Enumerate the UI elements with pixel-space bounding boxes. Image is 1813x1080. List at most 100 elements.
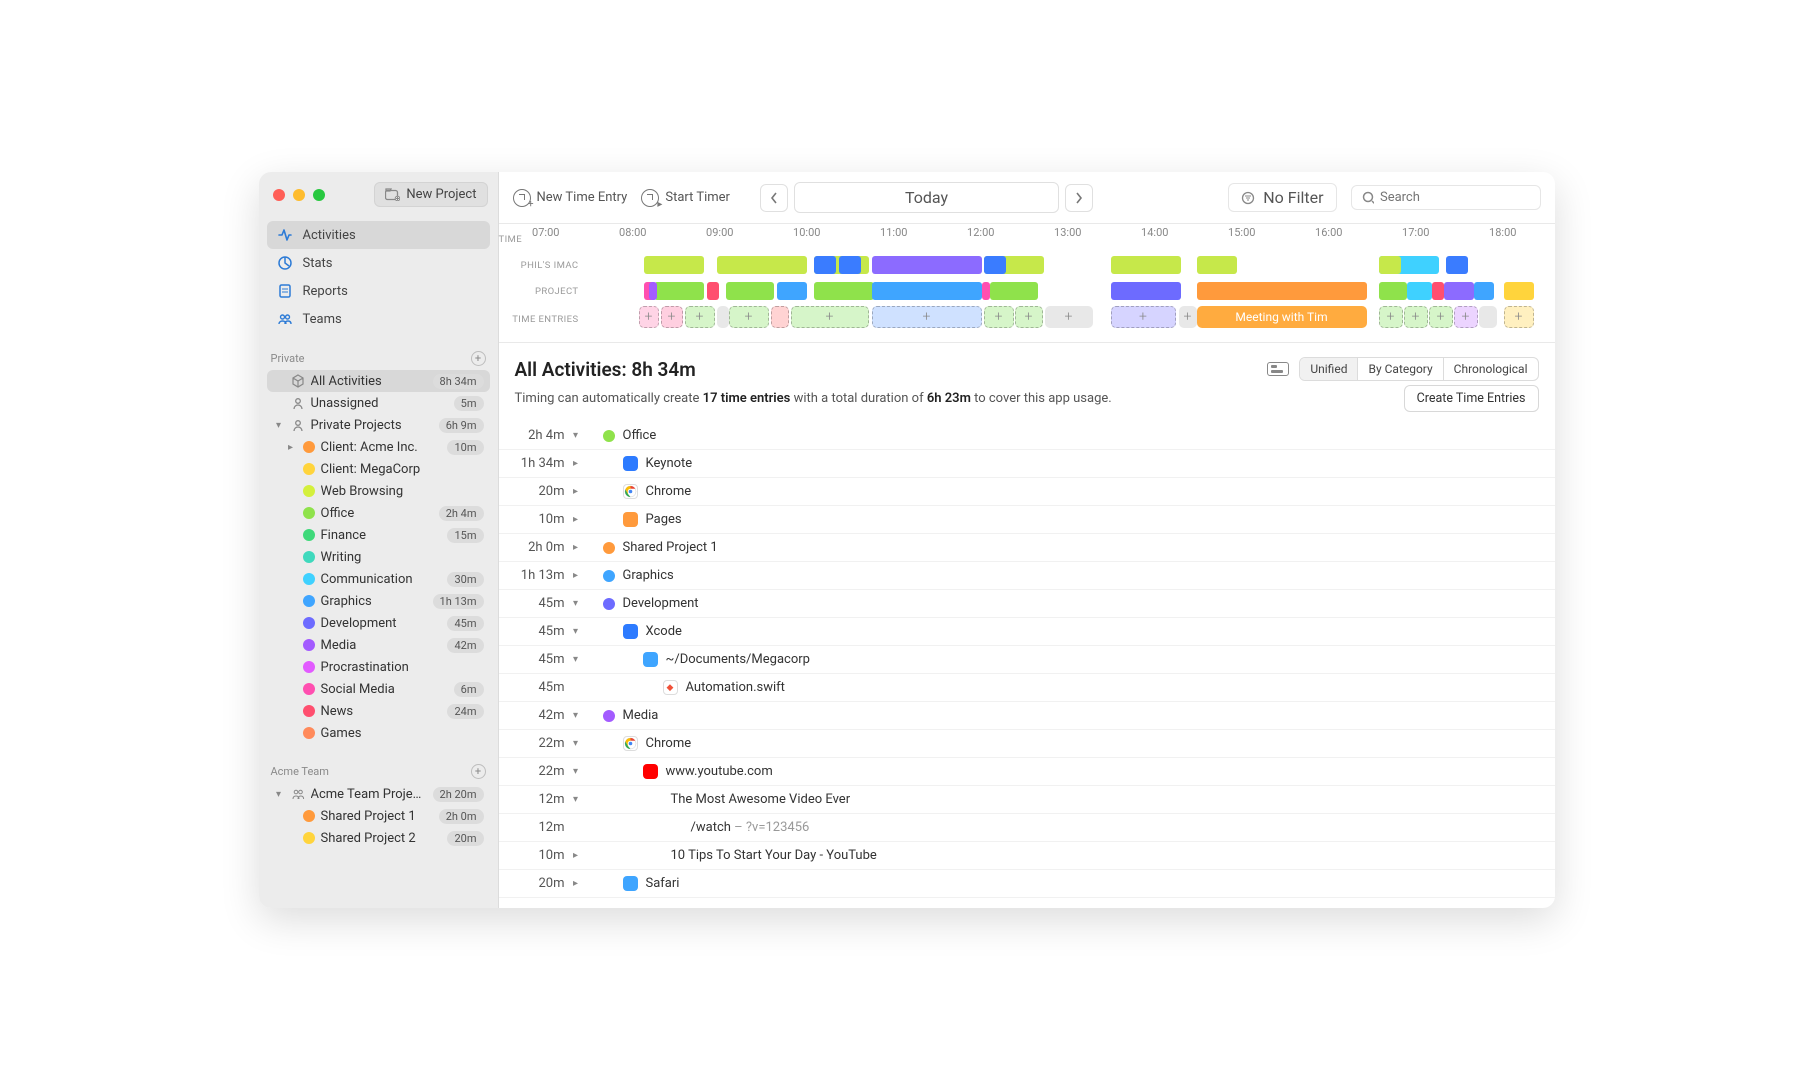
app-usage-block[interactable] [839, 256, 861, 274]
app-usage-block[interactable] [1197, 256, 1237, 274]
seg-by-category[interactable]: By Category [1358, 358, 1443, 380]
nav-reports[interactable]: Reports [267, 277, 490, 305]
tree-item[interactable]: Development45m [267, 612, 490, 634]
disclosure-triangle[interactable]: ▸ [569, 850, 583, 861]
add-private-project-button[interactable]: + [471, 351, 486, 366]
tree-item[interactable]: Procrastination [267, 656, 490, 678]
suggested-entry-block[interactable]: + [685, 306, 715, 328]
suggested-entry-block[interactable]: + [1179, 306, 1197, 328]
tree-item[interactable]: Office2h 4m [267, 502, 490, 524]
activity-row[interactable]: 45m▾Development [499, 590, 1555, 618]
suggested-entry-block[interactable]: + [1429, 306, 1453, 328]
activity-row[interactable]: 45m▾Xcode [499, 618, 1555, 646]
project-block[interactable] [1432, 282, 1444, 300]
suggested-entry-block[interactable]: + [1504, 306, 1534, 328]
suggested-entry-block[interactable]: + [639, 306, 659, 328]
activity-row[interactable]: 42m▾Media [499, 702, 1555, 730]
project-block[interactable] [982, 282, 990, 300]
suggested-entry-block[interactable]: + [1404, 306, 1428, 328]
activity-row[interactable]: 12m▾The Most Awesome Video Ever [499, 786, 1555, 814]
app-usage-block[interactable] [1379, 256, 1401, 274]
project-block[interactable] [872, 282, 982, 300]
suggested-entry-block[interactable] [1479, 306, 1497, 328]
next-day-button[interactable] [1065, 184, 1093, 212]
disclosure-triangle[interactable]: ▾ [569, 766, 583, 777]
project-block[interactable] [777, 282, 807, 300]
nav-teams[interactable]: Teams [267, 305, 490, 333]
disclosure-triangle[interactable]: ▸ [569, 542, 583, 553]
disclosure-triangle[interactable]: ▾ [569, 430, 583, 441]
disclosure-triangle[interactable]: ▸ [569, 570, 583, 581]
tree-item[interactable]: Communication30m [267, 568, 490, 590]
project-block[interactable] [814, 282, 874, 300]
activity-row[interactable]: 1h 34m▸Keynote [499, 450, 1555, 478]
nav-stats[interactable]: Stats [267, 249, 490, 277]
minimize-window-button[interactable] [293, 189, 305, 201]
view-density-icon[interactable] [1267, 362, 1289, 376]
tree-item[interactable]: Writing [267, 546, 490, 568]
project-block[interactable] [707, 282, 719, 300]
tree-item[interactable]: Unassigned5m [267, 392, 490, 414]
project-block[interactable] [990, 282, 1038, 300]
filter-button[interactable]: No Filter [1228, 183, 1336, 212]
search-field[interactable] [1351, 185, 1541, 210]
suggested-entry-block[interactable]: + [872, 306, 982, 328]
nav-activities[interactable]: Activities [267, 221, 490, 249]
tree-item[interactable]: Web Browsing [267, 480, 490, 502]
suggested-entry-block[interactable] [717, 306, 729, 328]
tree-item[interactable]: Shared Project 220m [267, 827, 490, 849]
disclosure-triangle[interactable]: ▾ [569, 794, 583, 805]
project-block[interactable] [1379, 282, 1407, 300]
tree-item[interactable]: ▾Acme Team Projects2h 20m [267, 783, 490, 805]
tree-item[interactable]: Client: MegaCorp [267, 458, 490, 480]
disclosure-triangle[interactable]: ▾ [569, 738, 583, 749]
activity-row[interactable]: 10m▸Pages [499, 506, 1555, 534]
suggested-entry-block[interactable]: + [1111, 306, 1176, 328]
suggested-entry-block[interactable]: + [791, 306, 869, 328]
zoom-window-button[interactable] [313, 189, 325, 201]
disclosure-triangle[interactable]: ▾ [569, 710, 583, 721]
activity-row[interactable]: 12m▸/watch – ?v=123456 [499, 814, 1555, 842]
tree-item[interactable]: Social Media6m [267, 678, 490, 700]
suggested-entry-block[interactable]: + [1015, 306, 1043, 328]
disclosure-triangle[interactable]: ▾ [569, 598, 583, 609]
seg-unified[interactable]: Unified [1300, 358, 1358, 380]
suggested-entry-block[interactable]: + [1045, 306, 1093, 328]
project-block[interactable] [1504, 282, 1534, 300]
activity-row[interactable]: 20m▸Safari [499, 870, 1555, 898]
project-block[interactable] [1444, 282, 1474, 300]
suggested-entry-block[interactable]: + [729, 306, 769, 328]
project-block[interactable] [1474, 282, 1494, 300]
timeline-apps-track[interactable] [589, 252, 1555, 278]
tree-item[interactable]: Graphics1h 13m [267, 590, 490, 612]
tree-item[interactable]: Games [267, 722, 490, 744]
disclosure-triangle[interactable]: ▸ [569, 486, 583, 497]
activity-row[interactable]: 22m▾www.youtube.com [499, 758, 1555, 786]
project-block[interactable] [1197, 282, 1367, 300]
disclosure-triangle[interactable]: ▾ [273, 789, 285, 800]
project-block[interactable] [654, 282, 704, 300]
app-usage-block[interactable] [872, 256, 982, 274]
tree-item[interactable]: ▾Private Projects6h 9m [267, 414, 490, 436]
activity-row[interactable]: 45m▾~/Documents/Megacorp [499, 646, 1555, 674]
disclosure-triangle[interactable]: ▸ [569, 514, 583, 525]
suggested-entry-block[interactable]: + [661, 306, 683, 328]
project-block[interactable] [1407, 282, 1432, 300]
disclosure-triangle[interactable]: ▾ [273, 420, 285, 431]
tree-item[interactable]: Finance15m [267, 524, 490, 546]
close-window-button[interactable] [273, 189, 285, 201]
app-usage-block[interactable] [814, 256, 836, 274]
timeline-projects-track[interactable] [589, 278, 1555, 304]
project-block[interactable] [726, 282, 774, 300]
activity-row[interactable]: 1h 13m▸Graphics [499, 562, 1555, 590]
search-input[interactable] [1380, 190, 1530, 205]
suggested-entry-block[interactable]: + [1454, 306, 1478, 328]
timeline-entries-track[interactable]: +++++++++++Meeting with Tim+++++ [589, 304, 1555, 334]
new-time-entry-button[interactable]: + New Time Entry [513, 189, 628, 207]
new-project-button[interactable]: New Project [374, 182, 487, 207]
suggested-entry-block[interactable] [771, 306, 789, 328]
time-entry-block[interactable]: Meeting with Tim [1197, 306, 1367, 328]
tree-item[interactable]: All Activities8h 34m [267, 370, 490, 392]
disclosure-triangle[interactable]: ▾ [569, 626, 583, 637]
disclosure-triangle[interactable]: ▸ [569, 458, 583, 469]
